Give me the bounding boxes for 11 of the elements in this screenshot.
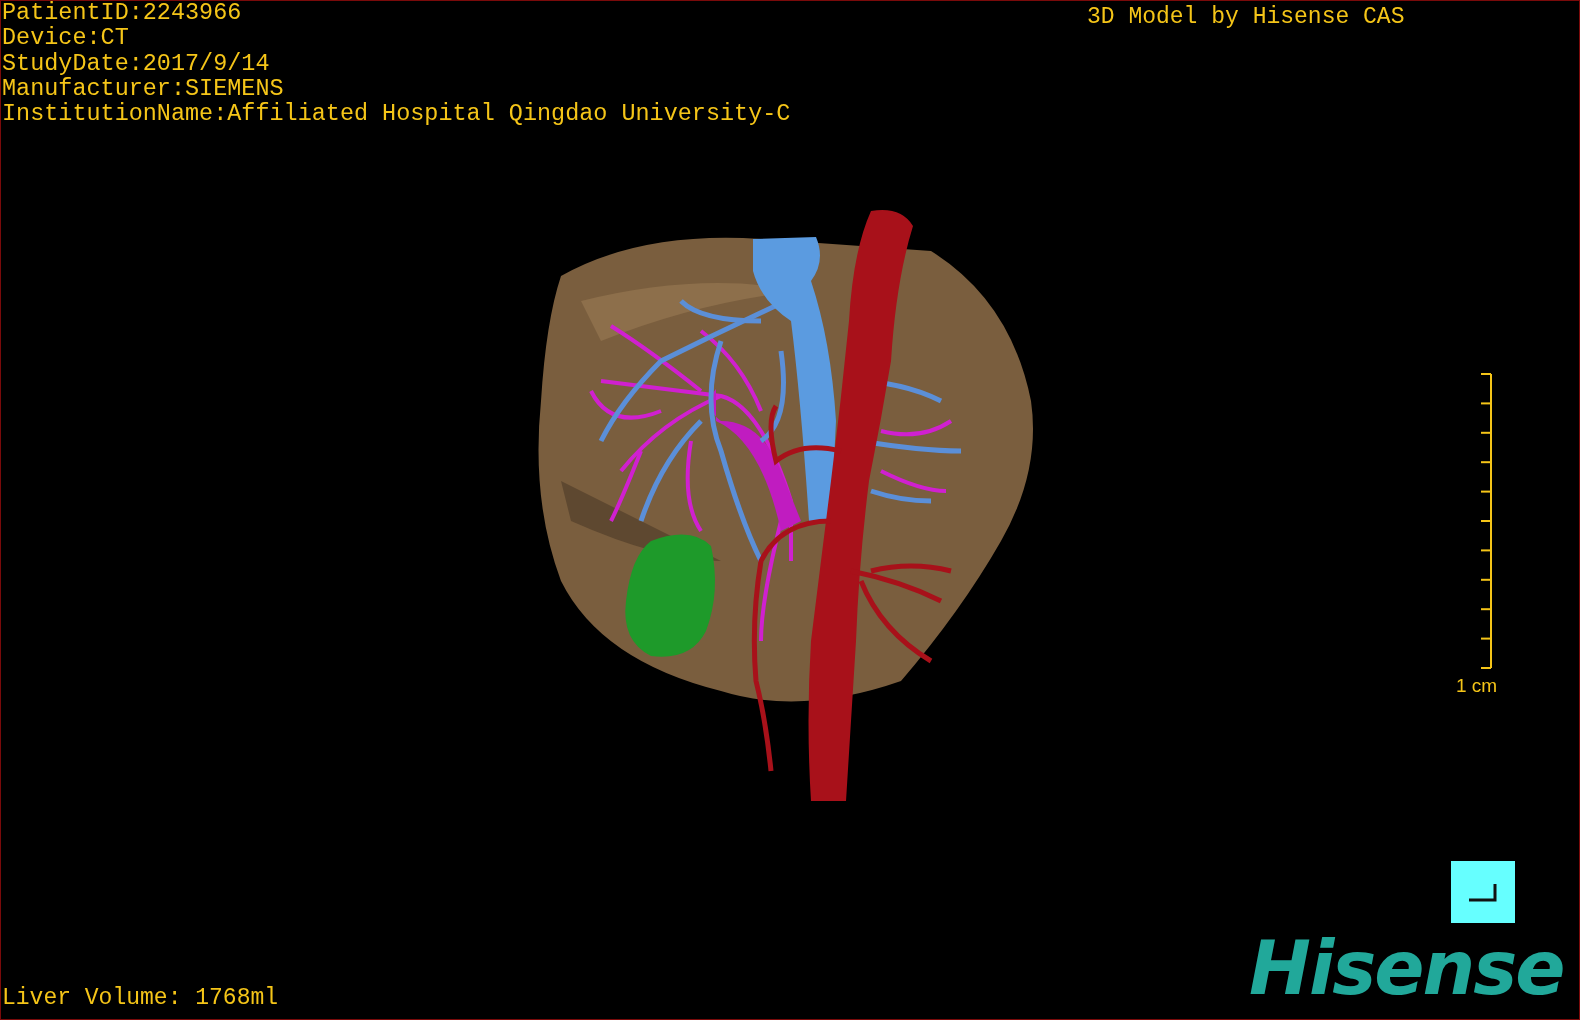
liver-volume-text: Liver Volume: 1768ml (2, 985, 279, 1011)
scale-label: 1 cm (1456, 675, 1498, 697)
model-credit-text: 3D Model by Hisense CAS (1087, 4, 1405, 30)
scale-bar-icon (1481, 373, 1493, 669)
study-info-line: Device:CT (2, 26, 130, 52)
study-info-line: PatientID:2243966 (2, 1, 243, 26)
study-info-line: StudyDate:2017/9/14 (2, 51, 271, 77)
brand-logo: Hisense (1249, 931, 1564, 1005)
study-info-line: Manufacturer:SIEMENS (2, 76, 285, 102)
corner-button[interactable] (1451, 861, 1515, 923)
study-info-line: InstitutionName:Affiliated Hospital Qingdao University-C (2, 102, 791, 128)
